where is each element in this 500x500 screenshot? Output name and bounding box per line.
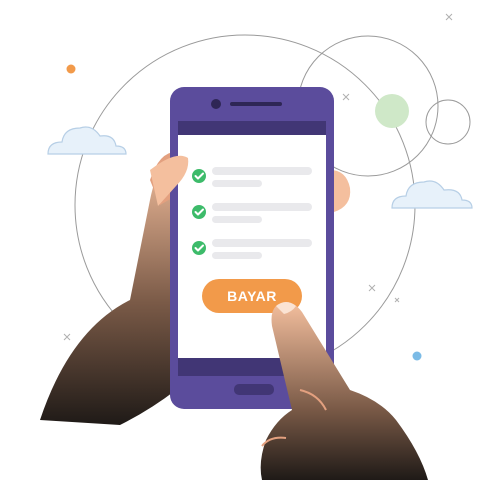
check-icon: [192, 169, 206, 183]
placeholder-line: [212, 167, 312, 175]
placeholder-line: [212, 180, 262, 187]
cloud-icon: [391, 180, 473, 209]
placeholder-line: [212, 216, 262, 223]
pay-button-label: BAYAR: [227, 288, 277, 304]
orange-dot: [66, 64, 76, 74]
tiny-orbit-circle: [425, 99, 471, 145]
cloud-icon: [47, 126, 127, 155]
placeholder-line: [212, 239, 312, 247]
check-icon: [192, 205, 206, 219]
placeholder-line: [212, 203, 312, 211]
placeholder-line: [212, 252, 262, 259]
check-icon: [192, 241, 206, 255]
green-circle: [375, 94, 409, 128]
phone-status-bar: [178, 121, 326, 135]
blue-dot: [412, 351, 422, 361]
camera-icon: [211, 99, 221, 109]
home-button-icon[interactable]: [234, 384, 274, 395]
payment-illustration: BAYAR: [40, 13, 473, 480]
speaker-icon: [230, 102, 282, 106]
